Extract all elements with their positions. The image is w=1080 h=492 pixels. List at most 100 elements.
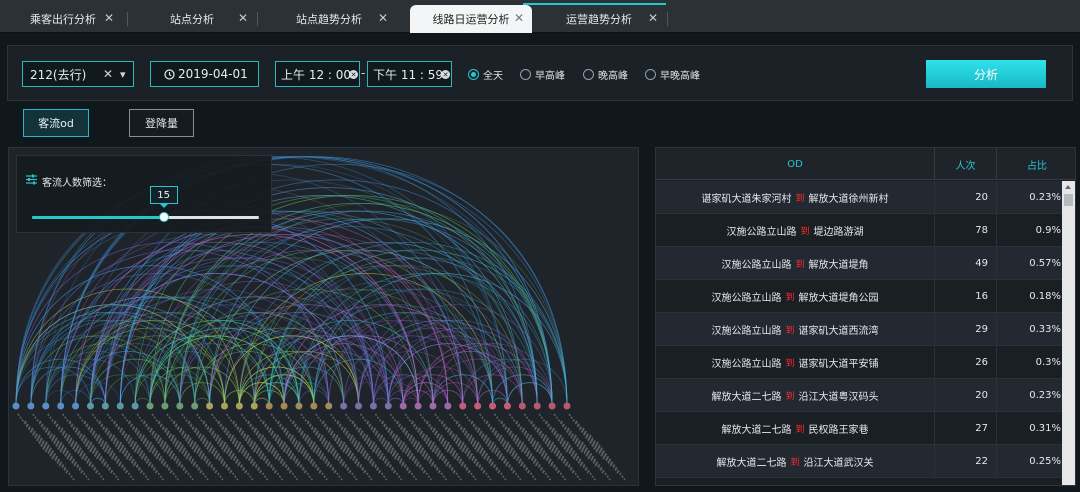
date-picker[interactable]: 2019-04-01 (150, 61, 259, 87)
od-to-label: 到 (795, 194, 805, 204)
close-icon[interactable]: ✕ (514, 11, 524, 25)
station-node[interactable] (489, 402, 497, 410)
station-node[interactable] (206, 402, 214, 410)
station-node[interactable] (563, 402, 571, 410)
table-row[interactable]: 汉施公路立山路到谌家矶大道平安铺 26 0.3% (656, 346, 1062, 379)
od-to: 谌家矶大道西流湾 (798, 326, 879, 337)
station-label-hatch (567, 427, 597, 467)
close-icon[interactable]: ✕ (378, 11, 388, 25)
station-node[interactable] (176, 402, 184, 410)
close-icon[interactable]: ✕ (238, 11, 248, 25)
station-node[interactable] (72, 402, 80, 410)
table-row[interactable]: 汉施公路立山路到谌家矶大道西流湾 29 0.33% (656, 313, 1062, 346)
station-node[interactable] (27, 402, 35, 410)
table-row[interactable]: 汉施公路立山路到解放大道堤角公园 16 0.18% (656, 280, 1062, 313)
passenger-slider[interactable] (32, 216, 259, 219)
station-node[interactable] (444, 402, 452, 410)
station-node[interactable] (295, 402, 303, 410)
station-node[interactable] (503, 402, 511, 410)
tab-station-trend[interactable]: 站点趋势分析 ✕ (258, 5, 400, 33)
scrollbar[interactable] (1062, 181, 1075, 485)
boarding-view-button[interactable]: 登降量 (129, 109, 194, 137)
time-start-input[interactable]: 上午 12 : 00 ✕ (275, 61, 360, 87)
route-select[interactable]: 212(去行) ✕ ▾ (22, 61, 134, 87)
station-node[interactable] (265, 402, 273, 410)
station-node[interactable] (518, 402, 526, 410)
clear-time-icon[interactable]: ✕ (441, 70, 450, 79)
station-node[interactable] (325, 402, 333, 410)
station-node[interactable] (355, 402, 363, 410)
station-node[interactable] (310, 402, 318, 410)
table-row[interactable]: 解放大道二七路到沿江大道武汉关 22 0.25% (656, 445, 1062, 478)
tab-operation-trend[interactable]: 运营趋势分析 ✕ (532, 5, 666, 33)
station-node[interactable] (399, 402, 407, 410)
header-count[interactable]: 人次 (935, 148, 997, 180)
header-od[interactable]: OD (656, 148, 935, 180)
tab-passenger-travel[interactable]: 乘客出行分析 ✕ (0, 5, 126, 33)
station-node[interactable] (384, 402, 392, 410)
station-node[interactable] (429, 402, 437, 410)
station-node[interactable] (250, 402, 258, 410)
station-node[interactable] (533, 402, 541, 410)
station-node[interactable] (131, 402, 139, 410)
radio-both-peaks[interactable]: 早晚高峰 (645, 67, 700, 82)
station-node[interactable] (280, 402, 288, 410)
table-row[interactable]: 解放大道二七路到民权路王家巷 27 0.31% (656, 412, 1062, 445)
close-icon[interactable]: ✕ (104, 11, 114, 25)
analyze-button[interactable]: 分析 (926, 60, 1046, 88)
radio-morning-peak[interactable]: 早高峰 (520, 67, 565, 82)
station-label-hatch (358, 427, 389, 467)
chevron-down-icon[interactable]: ▾ (120, 68, 126, 81)
station-label-hatch (105, 427, 136, 467)
od-to: 解放大道徐州新村 (808, 194, 889, 205)
od-arc (238, 382, 285, 407)
station-label-hatch (292, 420, 322, 460)
station-node[interactable] (42, 402, 50, 410)
station-node[interactable] (340, 402, 348, 410)
close-icon[interactable]: ✕ (648, 11, 658, 25)
header-percent[interactable]: 占比 (997, 148, 1075, 180)
station-node[interactable] (161, 402, 169, 410)
od-cell: 汉施公路立山路到谌家矶大道西流湾 (656, 313, 935, 346)
scroll-thumb[interactable] (1064, 194, 1073, 206)
station-node[interactable] (191, 402, 199, 410)
clear-icon[interactable]: ✕ (103, 67, 113, 81)
station-node[interactable] (86, 402, 94, 410)
tab-station-analysis[interactable]: 站点分析 ✕ (128, 5, 256, 33)
od-to: 沿江大道武汉关 (803, 458, 874, 469)
table-row[interactable]: 谌家矶大道朱家河村到解放大道徐州新村 20 0.23% (656, 181, 1062, 214)
station-node[interactable] (459, 402, 467, 410)
station-node[interactable] (146, 402, 154, 410)
station-node[interactable] (235, 402, 243, 410)
station-node[interactable] (220, 402, 228, 410)
tab-route-daily[interactable]: 线路日运营分析 ✕ (410, 5, 532, 33)
station-label-hatch (151, 413, 181, 453)
table-row[interactable]: 汉施公路立山路到堤边路游湖 78 0.9% (656, 214, 1062, 247)
count-cell: 16 (935, 280, 997, 313)
clear-time-icon[interactable]: ✕ (349, 70, 358, 79)
station-node[interactable] (474, 402, 482, 410)
station-label-hatch (47, 413, 77, 453)
station-label-hatch (269, 427, 299, 467)
station-node[interactable] (548, 402, 556, 410)
station-label-hatch (366, 420, 397, 460)
station-node[interactable] (116, 402, 124, 410)
radio-all-day[interactable]: 全天 (468, 67, 503, 82)
table-row[interactable]: 汉施公路立山路到解放大道堤角 49 0.57% (656, 247, 1062, 280)
time-end-input[interactable]: 下午 11 : 59 ✕ (367, 61, 452, 87)
slider-handle[interactable] (158, 212, 169, 222)
od-view-button[interactable]: 客流od (23, 109, 89, 137)
station-node[interactable] (57, 402, 65, 410)
table-row[interactable]: 解放大道二七路到沿江大道粤汉码头 20 0.23% (656, 379, 1062, 412)
station-node[interactable] (414, 402, 422, 410)
scroll-up-icon[interactable] (1065, 185, 1071, 189)
radio-circle (583, 69, 594, 80)
station-label-hatch (210, 413, 241, 453)
od-to: 堤边路游湖 (813, 227, 864, 238)
percent-cell: 0.18% (1029, 291, 1061, 302)
tab-bar: 乘客出行分析 ✕ 站点分析 ✕ 站点趋势分析 ✕ 线路日运营分析 ✕ 运营趋势分… (0, 0, 1080, 33)
station-node[interactable] (369, 402, 377, 410)
station-node[interactable] (101, 402, 109, 410)
station-node[interactable] (12, 402, 20, 410)
radio-evening-peak[interactable]: 晚高峰 (583, 67, 628, 82)
